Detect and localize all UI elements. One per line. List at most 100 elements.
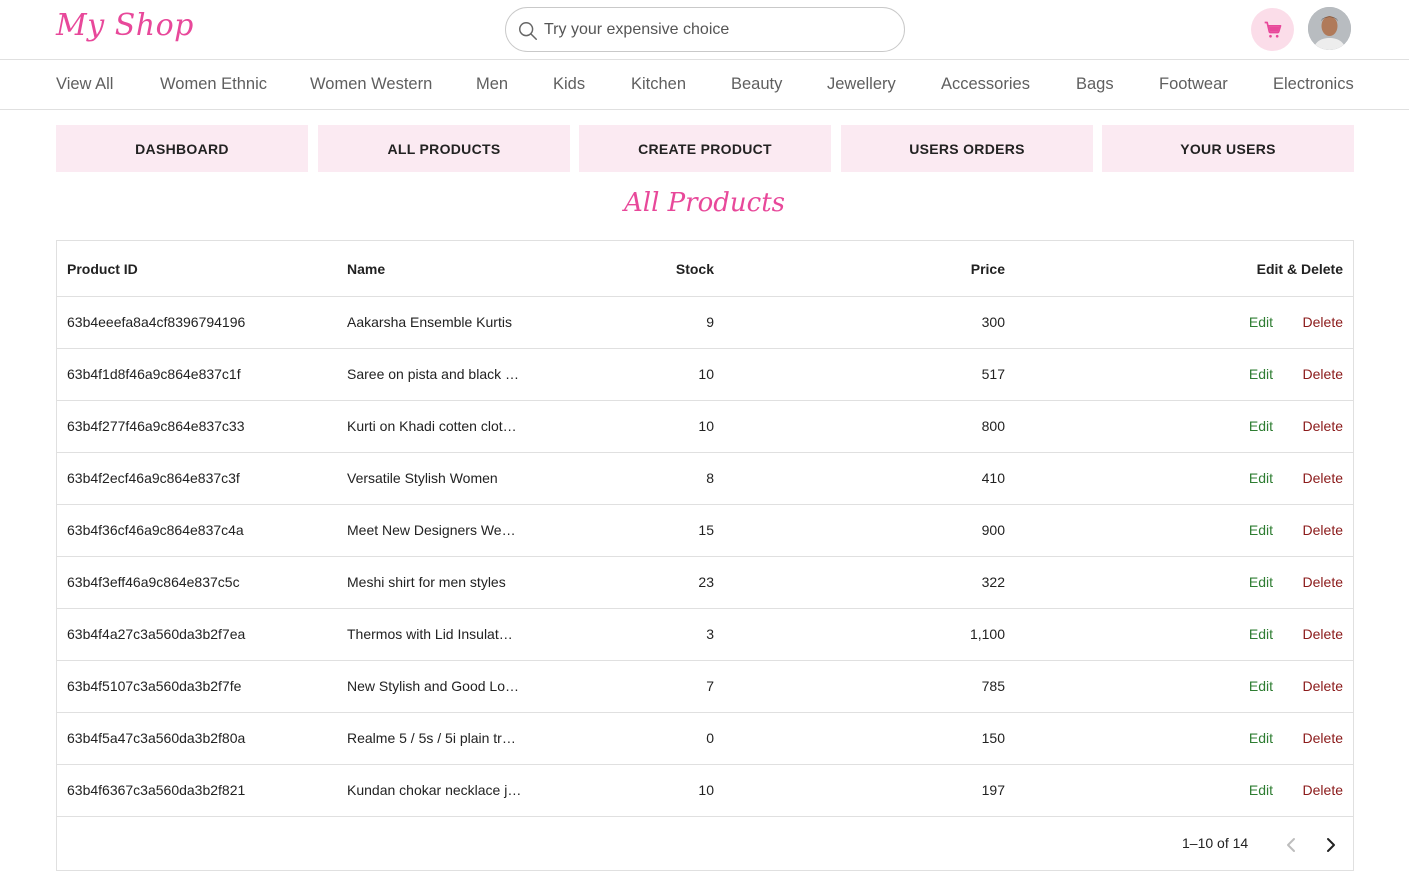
stock-cell: 8 <box>706 470 714 486</box>
product-name-cell: Versatile Stylish Women <box>347 470 498 486</box>
table-row: 63b4eeefa8a4cf8396794196 Aakarsha Ensemb… <box>57 297 1353 349</box>
search-bar <box>505 7 905 52</box>
product-name-cell: Thermos with Lid Insulat… <box>347 626 513 642</box>
column-header-name[interactable]: Name <box>347 261 385 277</box>
price-cell: 800 <box>981 418 1005 434</box>
category-view-all[interactable]: View All <box>56 75 113 94</box>
product-id-cell: 63b4f6367c3a560da3b2f821 <box>67 782 246 798</box>
price-cell: 410 <box>981 470 1005 486</box>
edit-button[interactable]: Edit <box>1249 782 1273 798</box>
page-title: All Products <box>624 188 785 218</box>
tab-users-orders[interactable]: USERS ORDERS <box>841 125 1093 172</box>
table-row: 63b4f5a47c3a560da3b2f80a Realme 5 / 5s /… <box>57 713 1353 765</box>
search-icon <box>519 22 537 40</box>
table-row: 63b4f6367c3a560da3b2f821 Kundan chokar n… <box>57 765 1353 817</box>
price-cell: 517 <box>981 366 1005 382</box>
product-id-cell: 63b4f36cf46a9c864e837c4a <box>67 522 244 538</box>
search-input[interactable] <box>544 18 884 42</box>
delete-button[interactable]: Delete <box>1303 418 1343 434</box>
column-header-edit-delete[interactable]: Edit & Delete <box>1257 261 1343 277</box>
top-header: My Shop <box>0 0 1409 60</box>
edit-button[interactable]: Edit <box>1249 626 1273 642</box>
table-row: 63b4f36cf46a9c864e837c4a Meet New Design… <box>57 505 1353 557</box>
category-electronics[interactable]: Electronics <box>1273 75 1354 94</box>
edit-button[interactable]: Edit <box>1249 470 1273 486</box>
category-beauty[interactable]: Beauty <box>731 75 782 94</box>
tab-your-users[interactable]: YOUR USERS <box>1102 125 1354 172</box>
cart-button[interactable] <box>1251 8 1294 51</box>
edit-button[interactable]: Edit <box>1249 574 1273 590</box>
column-header-product-id[interactable]: Product ID <box>67 261 138 277</box>
edit-button[interactable]: Edit <box>1249 314 1273 330</box>
product-id-cell: 63b4f4a27c3a560da3b2f7ea <box>67 626 246 642</box>
edit-button[interactable]: Edit <box>1249 678 1273 694</box>
table-row: 63b4f2ecf46a9c864e837c3f Versatile Styli… <box>57 453 1353 505</box>
table-row: 63b4f277f46a9c864e837c33 Kurti on Khadi … <box>57 401 1353 453</box>
chevron-right-icon[interactable] <box>1319 833 1343 857</box>
stock-cell: 15 <box>698 522 714 538</box>
product-name-cell: Meshi shirt for men styles <box>347 574 506 590</box>
delete-button[interactable]: Delete <box>1303 470 1343 486</box>
pagination-range: 1–10 of 14 <box>1182 835 1249 851</box>
product-name-cell: Kundan chokar necklace j… <box>347 782 522 798</box>
edit-button[interactable]: Edit <box>1249 522 1273 538</box>
category-footwear[interactable]: Footwear <box>1159 75 1228 94</box>
product-name-cell: New Stylish and Good Lo… <box>347 678 519 694</box>
product-name-cell: Meet New Designers Wed… <box>347 522 522 538</box>
product-name-cell: Kurti on Khadi cotten clot… <box>347 418 517 434</box>
avatar-image <box>1308 7 1351 50</box>
chevron-left-icon[interactable] <box>1279 833 1303 857</box>
edit-button[interactable]: Edit <box>1249 730 1273 746</box>
stock-cell: 23 <box>698 574 714 590</box>
edit-button[interactable]: Edit <box>1249 418 1273 434</box>
delete-button[interactable]: Delete <box>1303 574 1343 590</box>
stock-cell: 3 <box>706 626 714 642</box>
price-cell: 300 <box>981 314 1005 330</box>
category-kitchen[interactable]: Kitchen <box>631 75 686 94</box>
price-cell: 197 <box>981 782 1005 798</box>
category-jewellery[interactable]: Jewellery <box>827 75 896 94</box>
delete-button[interactable]: Delete <box>1303 626 1343 642</box>
cart-icon <box>1264 21 1281 38</box>
delete-button[interactable]: Delete <box>1303 522 1343 538</box>
delete-button[interactable]: Delete <box>1303 782 1343 798</box>
table-row: 63b4f4a27c3a560da3b2f7ea Thermos with Li… <box>57 609 1353 661</box>
product-id-cell: 63b4f1d8f46a9c864e837c1f <box>67 366 241 382</box>
category-kids[interactable]: Kids <box>553 75 585 94</box>
category-accessories[interactable]: Accessories <box>941 75 1030 94</box>
edit-button[interactable]: Edit <box>1249 366 1273 382</box>
category-women-ethnic[interactable]: Women Ethnic <box>160 75 267 94</box>
user-avatar[interactable] <box>1308 7 1351 50</box>
product-id-cell: 63b4f5107c3a560da3b2f7fe <box>67 678 242 694</box>
column-header-stock[interactable]: Stock <box>676 261 714 277</box>
table-row: 63b4f1d8f46a9c864e837c1f Saree on pista … <box>57 349 1353 401</box>
column-header-price[interactable]: Price <box>971 261 1005 277</box>
delete-button[interactable]: Delete <box>1303 366 1343 382</box>
stock-cell: 10 <box>698 418 714 434</box>
category-nav: View All Women Ethnic Women Western Men … <box>0 60 1409 110</box>
product-id-cell: 63b4f277f46a9c864e837c33 <box>67 418 245 434</box>
products-table: Product ID Name Stock Price Edit & Delet… <box>56 240 1354 871</box>
tab-all-products[interactable]: ALL PRODUCTS <box>318 125 570 172</box>
shop-logo[interactable]: My Shop <box>56 8 194 43</box>
price-cell: 322 <box>981 574 1005 590</box>
category-women-western[interactable]: Women Western <box>310 75 432 94</box>
product-name-cell: Aakarsha Ensemble Kurtis <box>347 314 512 330</box>
table-header: Product ID Name Stock Price Edit & Delet… <box>57 241 1353 297</box>
product-name-cell: Saree on pista and black … <box>347 366 519 382</box>
stock-cell: 9 <box>706 314 714 330</box>
price-cell: 1,100 <box>969 626 1005 642</box>
delete-button[interactable]: Delete <box>1303 314 1343 330</box>
tab-create-product[interactable]: CREATE PRODUCT <box>579 125 831 172</box>
table-row: 63b4f5107c3a560da3b2f7fe New Stylish and… <box>57 661 1353 713</box>
category-bags[interactable]: Bags <box>1076 75 1114 94</box>
tab-dashboard[interactable]: DASHBOARD <box>56 125 308 172</box>
price-cell: 900 <box>981 522 1005 538</box>
product-id-cell: 63b4eeefa8a4cf8396794196 <box>67 314 246 330</box>
product-name-cell: Realme 5 / 5s / 5i plain tr… <box>347 730 516 746</box>
delete-button[interactable]: Delete <box>1303 678 1343 694</box>
stock-cell: 10 <box>698 366 714 382</box>
category-men[interactable]: Men <box>476 75 508 94</box>
delete-button[interactable]: Delete <box>1303 730 1343 746</box>
stock-cell: 0 <box>706 730 714 746</box>
